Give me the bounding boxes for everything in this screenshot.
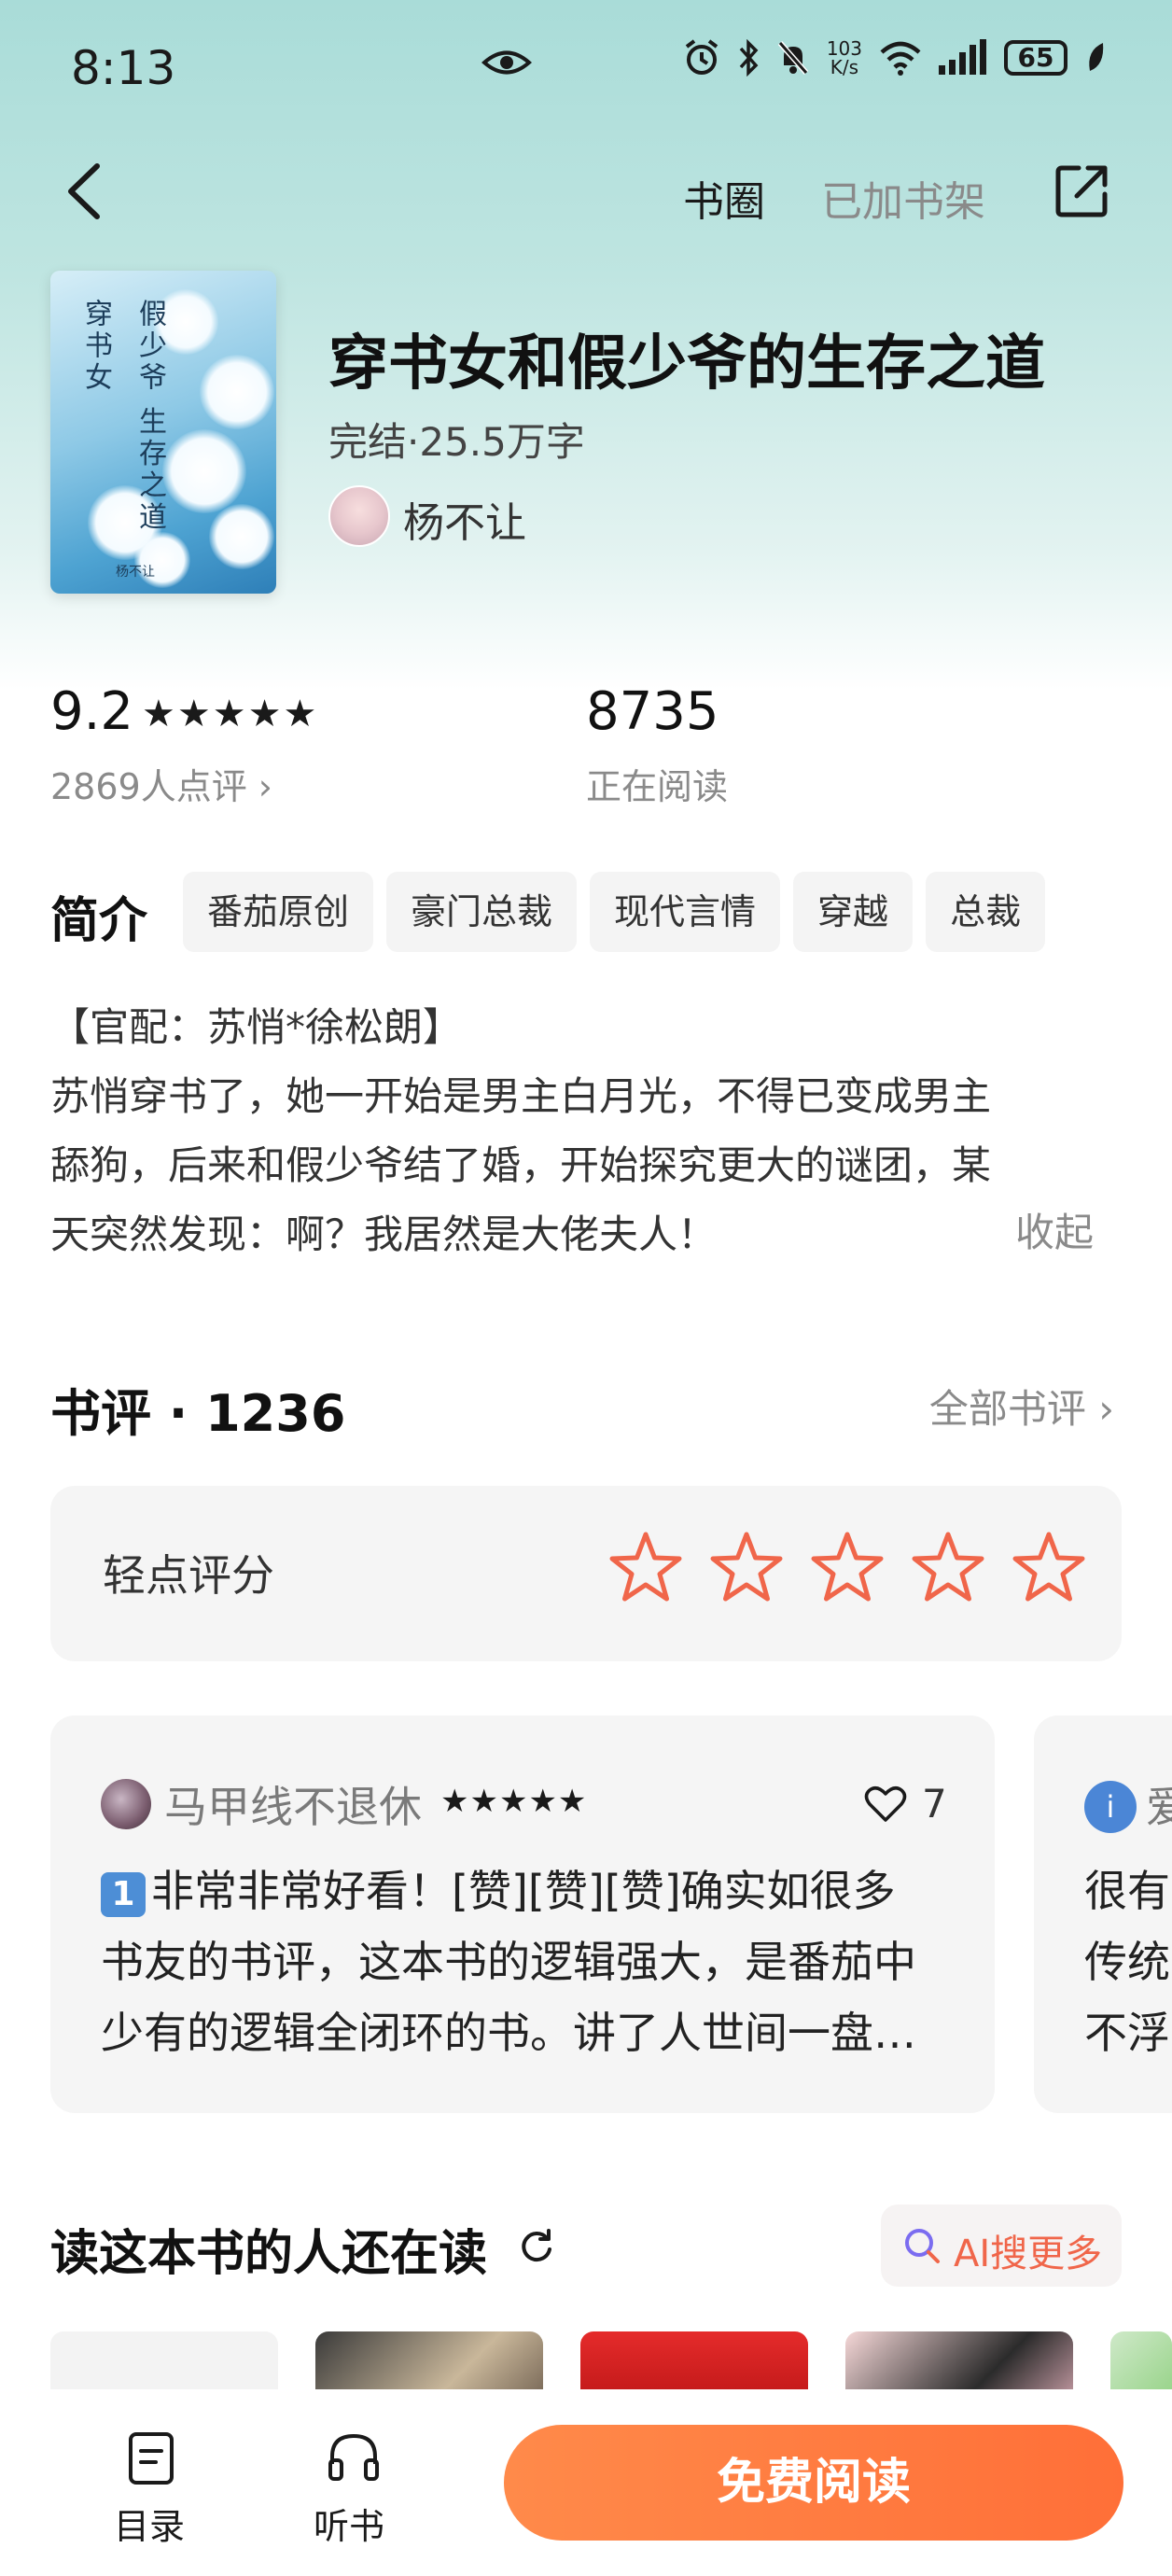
search-icon xyxy=(905,2229,940,2263)
rate-star-icon[interactable] xyxy=(909,1529,987,1607)
readers-label: 正在阅读 xyxy=(586,766,729,807)
author-avatar[interactable] xyxy=(328,485,390,547)
refresh-icon[interactable] xyxy=(517,2227,556,2266)
score-stars: ★★★★★ xyxy=(142,693,319,735)
cover-title-1: 穿书女 xyxy=(79,299,112,394)
review-text: 1 非常非常好看！[赞][赞][赞]确实如很多 书友的书评，这本书的逻辑强大，是番… xyxy=(101,1855,922,2068)
all-reviews-link[interactable]: 全部书评 › xyxy=(929,1378,1114,1435)
book-cover[interactable]: 穿书女 假少爷 生存之道 杨不让 xyxy=(50,271,276,594)
rate-label: 轻点评分 xyxy=(103,1550,274,1601)
review-card[interactable]: 马甲线不退休 ★★★★★ 7 1 非常非常好看！[赞][赞][赞]确实如很多 书友… xyxy=(50,1715,995,2113)
cover-title-2: 假少爷 生存之道 xyxy=(133,299,166,534)
tag-chip[interactable]: 现代言情 xyxy=(590,872,781,952)
headphones-icon[interactable] xyxy=(327,2430,381,2483)
signal-icon xyxy=(939,39,986,75)
reviewer-name[interactable]: 爱 xyxy=(1146,1773,1172,1835)
net-speed: 103 K/s xyxy=(826,37,862,78)
free-read-label: 免费阅读 xyxy=(716,2455,911,2511)
mute-icon xyxy=(777,41,809,75)
readers-count: 8735 xyxy=(586,681,719,742)
intro-line: 【官配：苏悄*徐松朗】 xyxy=(50,1004,463,1050)
intro-heading: 简介 xyxy=(50,893,148,949)
intro-line: 天突然发现：啊？我居然是大佬夫人！ xyxy=(50,1211,718,1257)
ai-search-button[interactable]: AI搜更多 xyxy=(881,2205,1122,2287)
bluetooth-icon xyxy=(739,39,759,77)
share-icon[interactable] xyxy=(1053,161,1112,220)
status-icons: 103 K/s 65 xyxy=(683,39,1107,77)
rating-count-link[interactable]: 2869人点评 › xyxy=(50,758,272,809)
alarm-icon xyxy=(685,39,719,75)
author-name[interactable]: 杨不让 xyxy=(403,489,526,549)
rate-star-icon[interactable] xyxy=(707,1529,786,1607)
intro-text: 【官配：苏悄*徐松朗】 苏悄穿书了，她一开始是男主白月光，不得已变成男主 舔狗，… xyxy=(50,993,1123,1269)
rate-star-icon[interactable] xyxy=(607,1529,685,1607)
collapse-button[interactable]: 收起 xyxy=(1015,1201,1094,1258)
book-score: 9.2 xyxy=(50,681,134,742)
reviews-heading: 书评 · 1236 xyxy=(50,1384,346,1443)
reviewer-avatar[interactable] xyxy=(101,1779,151,1829)
like-count: 7 xyxy=(922,1781,947,1827)
review-line: 传统 xyxy=(1084,1937,1170,1987)
free-read-button[interactable]: 免费阅读 xyxy=(504,2425,1123,2541)
review-line: 1 非常非常好看！[赞][赞][赞]确实如很多 xyxy=(101,1855,922,1926)
reviewer-name[interactable]: 马甲线不退休 xyxy=(164,1773,422,1835)
review-stars: ★★★★★ xyxy=(440,1783,588,1820)
tag-list: 番茄原创 豪门总裁 现代言情 穿越 总裁 xyxy=(183,872,1046,952)
book-meta: 完结·25.5万字 xyxy=(328,419,585,465)
status-time: 8:13 xyxy=(71,41,176,95)
ai-search-label: AI搜更多 xyxy=(954,2233,1103,2275)
added-to-shelf-button[interactable]: 已加书架 xyxy=(821,168,985,228)
tag-chip[interactable]: 番茄原创 xyxy=(183,872,374,952)
cover-flower xyxy=(162,429,246,513)
reviewer-avatar[interactable]: i xyxy=(1084,1781,1137,1833)
book-title: 穿书女和假少爷的生存之道 xyxy=(328,329,1045,399)
rate-box: 轻点评分 xyxy=(50,1486,1122,1661)
cover-flower xyxy=(209,504,274,569)
battery-indicator: 65 xyxy=(1004,40,1067,76)
rate-stars xyxy=(607,1529,1088,1607)
rate-star-icon[interactable] xyxy=(808,1529,886,1607)
number-badge: 1 xyxy=(101,1871,146,1917)
tag-chip[interactable]: 豪门总裁 xyxy=(386,872,578,952)
cover-flower xyxy=(200,355,274,429)
review-line: 书友的书评，这本书的逻辑强大，是番茄中 xyxy=(101,1937,916,1987)
back-icon[interactable] xyxy=(62,159,108,224)
review-text: 很有 传统 不浮 xyxy=(1084,1855,1170,2068)
review-line: 少有的逻辑全闭环的书。讲了人世间一盘… xyxy=(101,2008,916,2058)
rate-star-icon[interactable] xyxy=(1010,1529,1088,1607)
also-reading-heading: 读这本书的人还在读 xyxy=(50,2226,488,2282)
intro-line: 舔狗，后来和假少爷结了婚，开始探究更大的谜团，某 xyxy=(50,1142,992,1188)
book-circle-link[interactable]: 书圈 xyxy=(683,168,765,228)
review-line: 不浮 xyxy=(1084,2008,1170,2058)
review-line: 很有 xyxy=(1084,1866,1170,1916)
table-of-contents-icon[interactable] xyxy=(127,2430,175,2486)
toc-label[interactable]: 目录 xyxy=(114,2498,185,2549)
leaf-icon xyxy=(1089,43,1104,71)
review-card[interactable]: i 爱 很有 传统 不浮 xyxy=(1034,1715,1172,2113)
tag-chip[interactable]: 总裁 xyxy=(926,872,1046,952)
intro-line: 苏悄穿书了，她一开始是男主白月光，不得已变成男主 xyxy=(50,1073,992,1119)
status-bar: 8:13 103 K/s 65 xyxy=(0,0,1172,121)
tag-chip[interactable]: 穿越 xyxy=(793,872,914,952)
cover-author: 杨不让 xyxy=(116,565,155,580)
like-icon[interactable] xyxy=(864,1785,907,1824)
listen-label[interactable]: 听书 xyxy=(314,2498,384,2549)
wifi-icon xyxy=(880,41,921,76)
eye-comfort-icon xyxy=(481,50,532,75)
